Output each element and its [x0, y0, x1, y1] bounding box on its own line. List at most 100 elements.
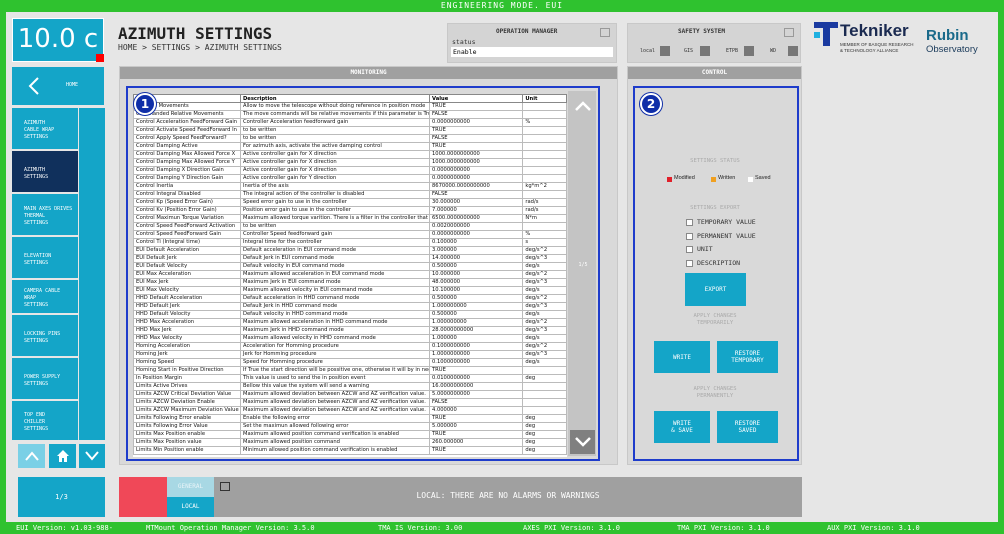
table-row[interactable]: Commanded Relative Movements The move com…	[133, 110, 567, 119]
table-row[interactable]: Limits Active Drives Bellow this value th…	[133, 382, 567, 391]
table-row[interactable]: Limits AZCW Maximum Deviation Value Maxim…	[133, 406, 567, 415]
table-row[interactable]: EUI Max Velocity Maximum allowed velocity…	[133, 286, 567, 295]
sidebar-item[interactable]: POWER SUPPLY SETTINGS	[12, 358, 78, 399]
table-row[interactable]: EUI Max Jerk Maximum Jerk in EUI command …	[133, 278, 567, 287]
table-cell[interactable]: 0.500000	[428, 294, 524, 303]
table-row[interactable]: Control Acceleration FeedForward Gain Con…	[133, 118, 567, 127]
table-row[interactable]: Control Damping Max Allowed Force Y Activ…	[133, 158, 567, 167]
table-row[interactable]: Control Activate Speed FeedForward In to …	[133, 126, 567, 135]
local-tab[interactable]: LOCAL	[167, 497, 214, 517]
table-row[interactable]: Control Kp (Speed Error Gain) Speed error…	[133, 198, 567, 207]
table-row[interactable]: Limits Min Position enable Minimum allowe…	[133, 446, 567, 455]
table-row[interactable]: HHD Default Velocity Default velocity in …	[133, 310, 567, 319]
table-cell[interactable]: 6500.0000000000	[428, 214, 524, 223]
table-cell[interactable]: 1.000000	[428, 334, 524, 343]
table-row[interactable]: EUI Max Acceleration Maximum allowed acce…	[133, 270, 567, 279]
table-row[interactable]: Homing Acceleration Acceleration for Homm…	[133, 342, 567, 351]
table-row[interactable]: Limits Following Error Value Set the maxi…	[133, 422, 567, 431]
table-cell[interactable]: 5.0000000000	[428, 390, 524, 399]
sidebar-item[interactable]: TOP END CHILLER SETTINGS	[12, 401, 78, 440]
table-row[interactable]: HHD Default Jerk Default Jerk in HHD comm…	[133, 302, 567, 311]
table-cell[interactable]: 1000.0000000000	[428, 158, 524, 167]
table-row[interactable]: In Position Margin This value is used to …	[133, 374, 567, 383]
table-cell[interactable]: 0.0100000000	[428, 374, 524, 383]
scroll-down-button[interactable]	[79, 444, 105, 468]
table-cell[interactable]: 7.000000	[428, 206, 524, 215]
table-row[interactable]: EUI Default Jerk Default Jerk in EUI comm…	[133, 254, 567, 263]
table-row[interactable]: EUI Default Velocity Default velocity in …	[133, 262, 567, 271]
table-row[interactable]: Control Inertia Inertia of the axis 867000…	[133, 182, 567, 191]
export-option-checkbox[interactable]	[686, 246, 693, 253]
table-cell[interactable]: 28.0000000000	[428, 326, 524, 335]
table-cell[interactable]: 48.000000	[428, 278, 524, 287]
sidebar-item[interactable]: AZIMUTH CABLE WRAP SETTINGS	[12, 108, 78, 149]
table-row[interactable]: Control Kv (Position Error Gain) Position…	[133, 206, 567, 215]
table-row[interactable]: Control Integral Disabled The integral ac…	[133, 190, 567, 199]
general-tab[interactable]: GENERAL	[167, 477, 214, 497]
home-button[interactable]	[49, 444, 76, 468]
table-cell[interactable]: 5.000000	[428, 422, 524, 431]
table-cell[interactable]: 30.000000	[428, 198, 524, 207]
table-cell[interactable]: 0.100000	[428, 238, 524, 247]
table-cell[interactable]: 0.0000000000	[428, 166, 524, 175]
table-cell[interactable]: 1.000000000	[428, 318, 524, 327]
sidebar-item[interactable]: AZIMUTH SETTINGS	[12, 151, 78, 192]
scroll-up-button[interactable]	[18, 444, 45, 468]
table-cell[interactable]: 0.0000000000	[428, 174, 524, 183]
table-cell[interactable]: 16.0000000000	[428, 382, 524, 391]
sidebar-item[interactable]: CAMERA CABLE WRAP SETTINGS	[12, 280, 78, 313]
table-cell[interactable]: 14.000000	[428, 254, 524, 263]
table-cell[interactable]: 0.1000000000	[428, 342, 524, 351]
table-row[interactable]: Control Damping Active For azimuth axis, …	[133, 142, 567, 151]
export-button[interactable]: EXPORT	[685, 273, 746, 306]
restore-temporary-button[interactable]: RESTORE TEMPORARY	[717, 341, 778, 373]
table-row[interactable]: Control Speed FeedForward Gain Controller…	[133, 230, 567, 239]
restore-saved-button[interactable]: RESTORE SAVED	[717, 411, 778, 443]
sidebar-item[interactable]: MAIN AXES DRIVES THERMAL SETTINGS	[12, 194, 78, 235]
table-cell[interactable]: TRUE	[428, 102, 524, 111]
table-cell[interactable]: 4.000000	[428, 406, 524, 415]
expand-icon[interactable]	[784, 28, 794, 37]
table-cell[interactable]: 3.000000	[428, 246, 524, 255]
table-cell[interactable]: 10.100000	[428, 286, 524, 295]
export-option-checkbox[interactable]	[686, 259, 693, 267]
table-cell[interactable]: TRUE	[428, 142, 524, 151]
table-row[interactable]: Control Damping X Direction Gain Active c…	[133, 166, 567, 175]
table-row[interactable]: Homing Start in Positive Direction If Tru…	[133, 366, 567, 375]
table-cell[interactable]: 0.0000000000	[428, 118, 524, 127]
table-row[interactable]: Limits Max Position enable Maximum allowe…	[133, 430, 567, 439]
table-cell[interactable]: 1.0000000000	[428, 350, 524, 359]
expand-icon[interactable]	[600, 28, 610, 37]
table-cell[interactable]: FALSE	[428, 134, 524, 143]
table-row[interactable]: Control Damping Y Direction Gain Active c…	[133, 174, 567, 183]
table-cell[interactable]: 0.0020000000	[428, 222, 524, 231]
table-row[interactable]: HHD Max Velocity Maximum allowed velocity…	[133, 334, 567, 343]
table-cell[interactable]: TRUE	[428, 366, 524, 375]
table-row[interactable]: HHD Default Acceleration Default accelera…	[133, 294, 567, 303]
table-cell[interactable]: 8670000.0000000000	[428, 182, 524, 191]
table-row[interactable]: Relative Movements Allow to move the tele…	[133, 102, 567, 111]
table-cell[interactable]: 0.500000	[428, 262, 524, 271]
table-cell[interactable]: TRUE	[428, 446, 524, 455]
table-cell[interactable]: 1000.0000000000	[428, 150, 524, 159]
export-option-checkbox[interactable]	[686, 219, 693, 226]
table-cell[interactable]: FALSE	[428, 398, 524, 407]
sidebar-item[interactable]: LOCKING PINS SETTINGS	[12, 315, 78, 356]
table-row[interactable]: EUI Default Acceleration Default accelera…	[133, 246, 567, 255]
table-row[interactable]: Control Damping Max Allowed Force X Activ…	[133, 150, 567, 159]
table-row[interactable]: HHD Max Acceleration Maximum allowed acce…	[133, 318, 567, 327]
table-cell[interactable]: TRUE	[428, 430, 524, 439]
table-row[interactable]: Limits Max Position value Maximum allowed…	[133, 438, 567, 447]
sidebar-item[interactable]: ELEVATION SETTINGS	[12, 237, 78, 278]
table-cell[interactable]: 0.0000000000	[428, 230, 524, 239]
table-row[interactable]: Homing Jerk Jerk for Homming procedure 1.0…	[133, 350, 567, 359]
table-cell[interactable]: 260.000000	[428, 438, 524, 447]
table-cell[interactable]: FALSE	[428, 110, 524, 119]
table-cell[interactable]: FALSE	[428, 190, 524, 199]
table-scroll-up-button[interactable]	[570, 93, 595, 118]
table-cell[interactable]: 10.000000	[428, 270, 524, 279]
table-cell[interactable]: 0.500000	[428, 310, 524, 319]
export-option-checkbox[interactable]	[686, 232, 693, 240]
table-row[interactable]: Homing Speed Speed for Homming procedure 0…	[133, 358, 567, 367]
write-save-button[interactable]: WRITE & SAVE	[654, 411, 710, 443]
